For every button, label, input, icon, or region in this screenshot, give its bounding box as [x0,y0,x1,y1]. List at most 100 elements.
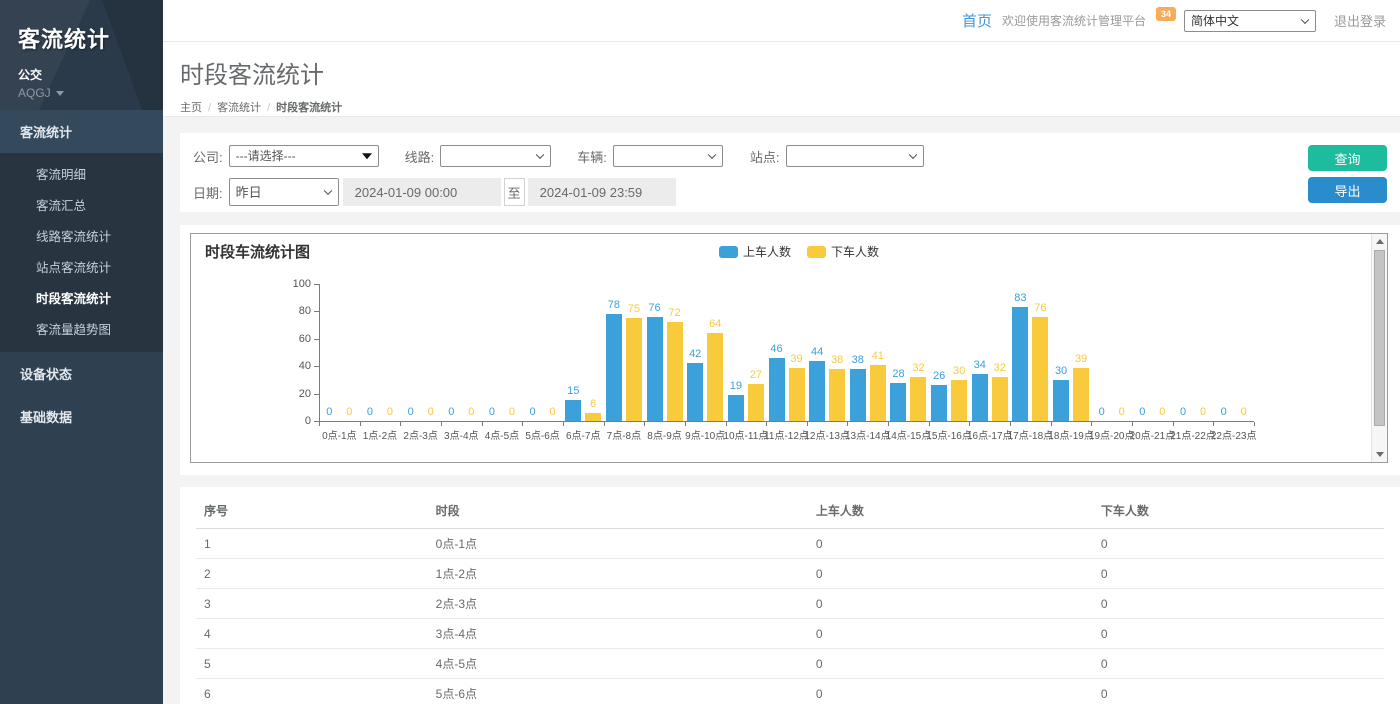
vehicle-select[interactable] [613,145,723,167]
bar-segment [647,317,663,421]
caret-down-icon [56,91,64,96]
line-select[interactable] [440,145,551,167]
triangle-down-icon [1376,452,1384,457]
y-tick-label: 0 [277,415,311,427]
sidebar-item-base-data[interactable]: 基础数据 [0,395,163,438]
export-button[interactable]: 导出 [1308,177,1387,203]
date-to-separator: 至 [504,178,525,206]
date-to-input[interactable] [528,178,676,206]
table-cell: 0 [808,619,1093,649]
y-tick [314,311,319,312]
bar-value-label: 15 [560,385,586,397]
page-title: 时段客流统计 [180,55,1400,90]
sidebar-subitem[interactable]: 客流汇总 [0,189,163,220]
notification-badge[interactable]: 34 [1156,7,1176,21]
sidebar-item-device-status[interactable]: 设备状态 [0,352,163,395]
triangle-up-icon [1376,239,1384,244]
scrollbar-up-button[interactable] [1372,234,1387,249]
x-tick [1132,422,1133,426]
table-row: 21点-2点00 [196,559,1384,589]
table-cell: 3 [196,589,428,619]
bar-segment [707,333,723,421]
scrollbar-thumb[interactable] [1374,250,1385,426]
table-row: 43点-4点00 [196,619,1384,649]
user-menu[interactable]: AQGJ [18,86,163,100]
date-label: 日期: [193,183,223,202]
bar-value-label: 0 [540,406,566,418]
bar-value-label: 27 [743,369,769,381]
table-cell: 4点-5点 [428,649,808,679]
x-tick [1254,422,1255,426]
chart-scrollbar[interactable] [1371,234,1387,462]
table-row: 54点-5点00 [196,649,1384,679]
sidebar-subitem[interactable]: 时段客流统计 [0,282,163,313]
table-cell: 2 [196,559,428,589]
bar-value-label: 0 [1231,406,1257,418]
table-cell: 1 [196,529,428,559]
bar-value-label: 42 [682,348,708,360]
station-select-wrap [786,145,924,167]
bar-segment [951,380,967,421]
breadcrumb-item[interactable]: 主页 [180,102,202,114]
bar-segment [910,377,926,421]
bar-segment [769,358,785,421]
x-tick [563,422,564,426]
home-link[interactable]: 首页 [962,10,992,31]
sidebar-submenu: 客流明细客流汇总线路客流统计站点客流统计时段客流统计客流量趋势图 [0,153,163,352]
station-select[interactable] [786,145,924,167]
scrollbar-down-button[interactable] [1372,447,1387,462]
x-tick [1051,422,1052,426]
sidebar-subitem[interactable]: 客流明细 [0,158,163,189]
language-select[interactable]: 简体中文 [1184,10,1316,32]
sidebar-subitem[interactable]: 线路客流统计 [0,220,163,251]
breadcrumb-separator: / [267,102,270,114]
logout-link[interactable]: 退出登录 [1334,11,1386,30]
bar-segment [870,365,886,421]
sidebar-item-passenger-stats[interactable]: 客流统计 [0,110,163,153]
x-tick [400,422,401,426]
sidebar-subitem[interactable]: 站点客流统计 [0,251,163,282]
date-preset-select[interactable]: 昨日 [229,178,339,206]
bar-segment [789,368,805,421]
bar-value-label: 19 [723,380,749,392]
bar-value-label: 76 [1027,302,1053,314]
bar-value-label: 32 [987,362,1013,374]
data-table: 序号时段上车人数下车人数 10点-1点0021点-2点0032点-3点0043点… [196,493,1384,704]
y-tick [314,366,319,367]
main-content: 首页 欢迎使用客流统计管理平台 34 简体中文 退出登录 时段客流统计 主页/客… [163,0,1400,704]
x-tick [360,422,361,426]
bar-value-label: 41 [865,350,891,362]
chart-box: 时段车流统计图 上车人数下车人数 0204060801000点-1点001点-2… [190,233,1388,463]
table-cell: 0 [1093,619,1384,649]
date-from-input[interactable] [343,178,501,206]
bar-segment [890,383,906,421]
table-cell: 0 [1093,529,1384,559]
sidebar-header: 客流统计 公交 AQGJ [0,0,163,110]
data-table-panel: 序号时段上车人数下车人数 10点-1点0021点-2点0032点-3点0043点… [180,487,1400,704]
x-axis-label: 22点-23点 [1200,427,1268,442]
company-select-wrap: ---请选择--- [229,145,379,167]
table-row: 65点-6点00 [196,679,1384,704]
x-tick [929,422,930,426]
bar-value-label: 72 [662,307,688,319]
x-tick [766,422,767,426]
company-select[interactable]: ---请选择--- [229,145,379,167]
search-button[interactable]: 查询 [1308,145,1387,171]
x-tick [1213,422,1214,426]
y-axis-line [319,284,320,422]
table-cell: 0 [808,589,1093,619]
breadcrumb: 主页/客流统计/时段客流统计 [180,99,1400,115]
y-tick-label: 100 [277,278,311,290]
company-label: 公司: [193,147,223,166]
bar-segment [626,318,642,421]
table-cell: 3点-4点 [428,619,808,649]
breadcrumb-item[interactable]: 客流统计 [217,102,261,114]
sidebar: 客流统计 公交 AQGJ 客流统计 客流明细客流汇总线路客流统计站点客流统计时段… [0,0,163,704]
x-tick [969,422,970,426]
bar-value-label: 64 [702,318,728,330]
table-cell: 1点-2点 [428,559,808,589]
x-tick [604,422,605,426]
table-header-cell: 下车人数 [1093,493,1384,529]
sidebar-subitem[interactable]: 客流量趋势图 [0,313,163,344]
bar-segment [606,314,622,421]
